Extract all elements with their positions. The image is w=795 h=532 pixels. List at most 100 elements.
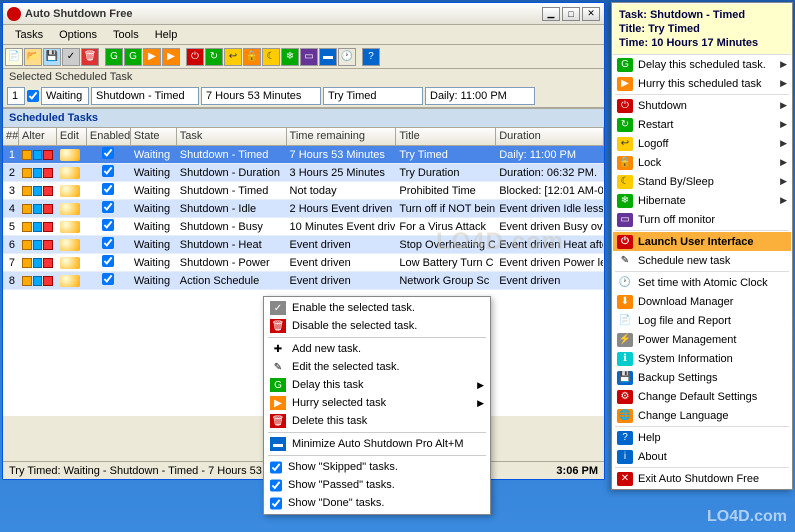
toolbar-help-icon[interactable]: ?	[362, 48, 380, 66]
cell-alter[interactable]	[19, 221, 57, 233]
cell-edit[interactable]	[57, 148, 87, 162]
menu-options[interactable]: Options	[51, 27, 105, 43]
tray-menu-item[interactable]: ℹSystem Information	[613, 349, 791, 368]
edit-icon[interactable]	[60, 203, 80, 215]
tray-menu-item[interactable]: iAbout	[613, 447, 791, 466]
selected-duration[interactable]: Daily: 11:00 PM	[425, 87, 535, 105]
alter-icon[interactable]	[33, 258, 43, 268]
col-time[interactable]: Time remaining	[287, 128, 397, 145]
context-checkbox[interactable]	[270, 479, 282, 492]
maximize-button[interactable]: □	[562, 7, 580, 21]
alter-icon[interactable]	[43, 258, 53, 268]
cell-enabled[interactable]	[87, 254, 131, 271]
context-menu-item[interactable]: GDelay this task▶	[266, 376, 488, 394]
row-enabled-checkbox[interactable]	[102, 255, 114, 267]
tray-menu-item[interactable]: 💾Backup Settings	[613, 368, 791, 387]
selected-enabled-checkbox[interactable]	[27, 90, 39, 102]
toolbar-enable-icon[interactable]: ✓	[62, 48, 80, 66]
alter-icon[interactable]	[33, 186, 43, 196]
edit-icon[interactable]	[60, 167, 80, 179]
tray-menu-item[interactable]: 🕐Set time with Atomic Clock	[613, 273, 791, 292]
alter-icon[interactable]	[22, 276, 32, 286]
cell-alter[interactable]	[19, 239, 57, 251]
row-enabled-checkbox[interactable]	[102, 219, 114, 231]
context-menu-item[interactable]: Show "Passed" tasks.	[266, 476, 488, 494]
cell-alter[interactable]	[19, 167, 57, 179]
col-task[interactable]: Task	[177, 128, 287, 145]
tray-menu-item[interactable]: 🌐Change Language	[613, 406, 791, 425]
alter-icon[interactable]	[33, 150, 43, 160]
cell-alter[interactable]	[19, 149, 57, 161]
cell-edit[interactable]	[57, 238, 87, 252]
tray-menu-item[interactable]: ▶Hurry this scheduled task▶	[613, 74, 791, 93]
cell-edit[interactable]	[57, 256, 87, 270]
table-row[interactable]: 6WaitingShutdown - HeatEvent drivenStop …	[3, 236, 604, 254]
cell-alter[interactable]	[19, 203, 57, 215]
toolbar-disable-icon[interactable]: 🗑	[81, 48, 99, 66]
row-enabled-checkbox[interactable]	[102, 147, 114, 159]
alter-icon[interactable]	[43, 168, 53, 178]
selected-state[interactable]: Waiting	[41, 87, 89, 105]
tray-menu-item[interactable]: 🔒Lock▶	[613, 153, 791, 172]
alter-icon[interactable]	[22, 168, 32, 178]
tray-menu-item[interactable]: ✎Schedule new task	[613, 251, 791, 270]
alter-icon[interactable]	[43, 222, 53, 232]
tray-menu-item[interactable]: ?Help	[613, 428, 791, 447]
toolbar-delay2-icon[interactable]: G	[124, 48, 142, 66]
alter-icon[interactable]	[22, 204, 32, 214]
close-button[interactable]: ✕	[582, 7, 600, 21]
tray-menu-item[interactable]: GDelay this scheduled task.▶	[613, 55, 791, 74]
alter-icon[interactable]	[22, 258, 32, 268]
cell-enabled[interactable]	[87, 200, 131, 217]
toolbar-new-icon[interactable]: 📄	[5, 48, 23, 66]
cell-enabled[interactable]	[87, 182, 131, 199]
minimize-button[interactable]: ▁	[542, 7, 560, 21]
col-title[interactable]: Title	[396, 128, 496, 145]
context-menu-item[interactable]: ✓Enable the selected task.	[266, 299, 488, 317]
edit-icon[interactable]	[60, 221, 80, 233]
context-menu-item[interactable]: 🗑Disable the selected task.	[266, 317, 488, 335]
alter-icon[interactable]	[43, 186, 53, 196]
alter-icon[interactable]	[43, 150, 53, 160]
row-enabled-checkbox[interactable]	[102, 237, 114, 249]
toolbar-shutdown-icon[interactable]: ⏻	[186, 48, 204, 66]
alter-icon[interactable]	[22, 240, 32, 250]
toolbar-restart-icon[interactable]: ↻	[205, 48, 223, 66]
cell-enabled[interactable]	[87, 164, 131, 181]
context-menu-item[interactable]: ▬Minimize Auto Shutdown Pro Alt+M	[266, 435, 488, 453]
cell-edit[interactable]	[57, 220, 87, 234]
cell-enabled[interactable]	[87, 236, 131, 253]
table-row[interactable]: 1WaitingShutdown - Timed7 Hours 53 Minut…	[3, 146, 604, 164]
toolbar-hibernate-icon[interactable]: ❄	[281, 48, 299, 66]
row-enabled-checkbox[interactable]	[102, 165, 114, 177]
tray-menu-item[interactable]: ❄Hibernate▶	[613, 191, 791, 210]
table-row[interactable]: 3WaitingShutdown - TimedNot todayProhibi…	[3, 182, 604, 200]
toolbar-standby-icon[interactable]: ☾	[262, 48, 280, 66]
selected-time[interactable]: 7 Hours 53 Minutes	[201, 87, 321, 105]
toolbar-monitor-icon[interactable]: ▭	[300, 48, 318, 66]
cell-enabled[interactable]	[87, 272, 131, 289]
alter-icon[interactable]	[33, 204, 43, 214]
alter-icon[interactable]	[43, 240, 53, 250]
toolbar-min-icon[interactable]: ▬	[319, 48, 337, 66]
tray-menu-item[interactable]: ✕Exit Auto Shutdown Free	[613, 469, 791, 488]
row-enabled-checkbox[interactable]	[102, 273, 114, 285]
col-enabled[interactable]: Enabled	[87, 128, 131, 145]
context-menu-item[interactable]: ✚Add new task.	[266, 340, 488, 358]
edit-icon[interactable]	[60, 185, 80, 197]
col-duration[interactable]: Duration	[496, 128, 604, 145]
toolbar-logoff-icon[interactable]: ↩	[224, 48, 242, 66]
table-row[interactable]: 2WaitingShutdown - Duration3 Hours 25 Mi…	[3, 164, 604, 182]
context-menu-item[interactable]: Show "Done" tasks.	[266, 494, 488, 512]
tray-menu-item[interactable]: ▭Turn off monitor	[613, 210, 791, 229]
alter-icon[interactable]	[22, 222, 32, 232]
tray-menu-item[interactable]: ⬇Download Manager	[613, 292, 791, 311]
context-menu-item[interactable]: ▶Hurry selected task▶	[266, 394, 488, 412]
tray-menu-item[interactable]: ☾Stand By/Sleep▶	[613, 172, 791, 191]
row-enabled-checkbox[interactable]	[102, 183, 114, 195]
tray-menu-item[interactable]: ⏻Shutdown▶	[613, 96, 791, 115]
row-enabled-checkbox[interactable]	[102, 201, 114, 213]
alter-icon[interactable]	[43, 204, 53, 214]
edit-icon[interactable]	[60, 239, 80, 251]
tray-menu-item[interactable]: ↩Logoff▶	[613, 134, 791, 153]
